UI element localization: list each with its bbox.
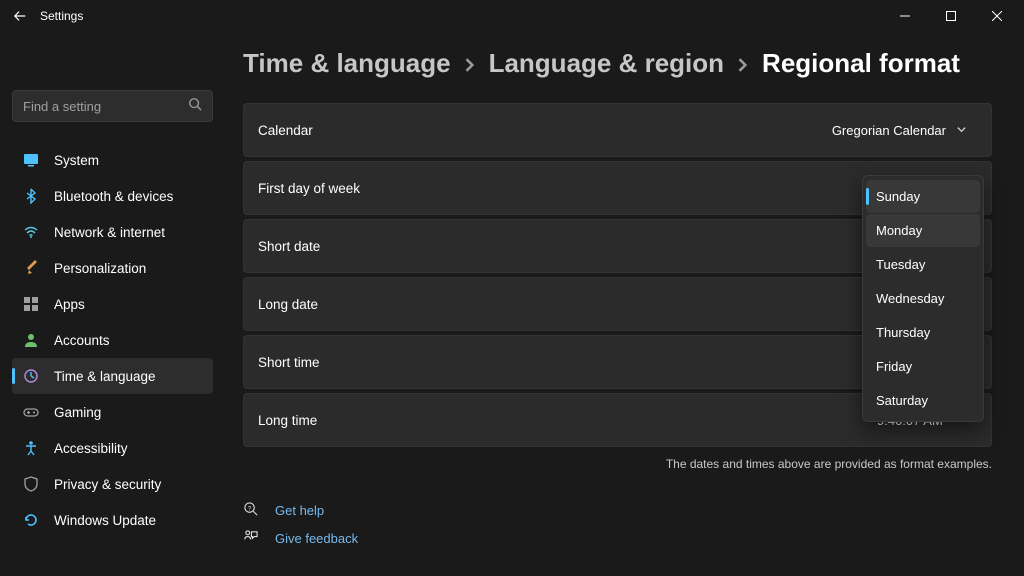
accessibility-icon <box>22 439 40 457</box>
sidebar-item-label: Accessibility <box>54 441 128 456</box>
row-label: Long date <box>258 297 318 312</box>
dropdown-option[interactable]: Monday <box>866 214 980 247</box>
row-label: Long time <box>258 413 317 428</box>
sidebar-item-network[interactable]: Network & internet <box>12 214 213 250</box>
minimize-button[interactable] <box>882 0 928 32</box>
person-icon <box>22 331 40 349</box>
paintbrush-icon <box>22 259 40 277</box>
link-label: Give feedback <box>275 531 358 546</box>
help-icon: ? <box>243 501 259 519</box>
first-day-dropdown[interactable]: SundayMondayTuesdayWednesdayThursdayFrid… <box>862 175 984 422</box>
sidebar-item-personalization[interactable]: Personalization <box>12 250 213 286</box>
wifi-icon <box>22 223 40 241</box>
sidebar-item-privacy[interactable]: Privacy & security <box>12 466 213 502</box>
dropdown-option[interactable]: Saturday <box>866 384 980 417</box>
close-button[interactable] <box>974 0 1020 32</box>
sidebar-item-label: Apps <box>54 297 85 312</box>
sidebar-item-label: Privacy & security <box>54 477 161 492</box>
row-label: First day of week <box>258 181 360 196</box>
svg-text:?: ? <box>248 505 252 512</box>
sidebar-item-gaming[interactable]: Gaming <box>12 394 213 430</box>
sidebar-item-label: Time & language <box>54 369 156 384</box>
link-label: Get help <box>275 503 324 518</box>
shield-icon <box>22 475 40 493</box>
row-label: Calendar <box>258 123 313 138</box>
window-title: Settings <box>36 9 83 23</box>
sidebar-item-label: Network & internet <box>54 225 165 240</box>
breadcrumb-root[interactable]: Time & language <box>243 48 451 79</box>
picker-value: Gregorian Calendar <box>832 123 946 138</box>
sidebar-item-label: Gaming <box>54 405 101 420</box>
sidebar-item-label: Personalization <box>54 261 146 276</box>
sidebar-item-label: Accounts <box>54 333 110 348</box>
give-feedback-link[interactable]: Give feedback <box>243 529 992 547</box>
sidebar-item-label: Bluetooth & devices <box>54 189 173 204</box>
dropdown-option[interactable]: Thursday <box>866 316 980 349</box>
sidebar-item-label: System <box>54 153 99 168</box>
sidebar-item-bluetooth[interactable]: Bluetooth & devices <box>12 178 213 214</box>
sidebar-item-accessibility[interactable]: Accessibility <box>12 430 213 466</box>
search-input[interactable] <box>23 99 188 114</box>
get-help-link[interactable]: ? Get help <box>243 501 992 519</box>
breadcrumb: Time & language Language & region Region… <box>243 48 992 79</box>
row-label: Short time <box>258 355 320 370</box>
display-icon <box>22 151 40 169</box>
dropdown-option[interactable]: Friday <box>866 350 980 383</box>
sidebar-item-windows-update[interactable]: Windows Update <box>12 502 213 538</box>
row-calendar: Calendar Gregorian Calendar <box>243 103 992 157</box>
format-footnote: The dates and times above are provided a… <box>243 457 992 471</box>
dropdown-option[interactable]: Tuesday <box>866 248 980 281</box>
globe-clock-icon <box>22 367 40 385</box>
nav-list: System Bluetooth & devices Network & int… <box>12 142 213 538</box>
update-icon <box>22 511 40 529</box>
row-label: Short date <box>258 239 320 254</box>
feedback-icon <box>243 529 259 547</box>
search-icon <box>188 97 202 116</box>
breadcrumb-current: Regional format <box>762 48 960 79</box>
gamepad-icon <box>22 403 40 421</box>
chevron-right-icon <box>463 48 477 79</box>
apps-icon <box>22 295 40 313</box>
dropdown-option[interactable]: Wednesday <box>866 282 980 315</box>
chevron-down-icon <box>956 123 967 138</box>
dropdown-option[interactable]: Sunday <box>866 180 980 213</box>
sidebar-item-apps[interactable]: Apps <box>12 286 213 322</box>
sidebar: System Bluetooth & devices Network & int… <box>0 32 225 576</box>
maximize-button[interactable] <box>928 0 974 32</box>
breadcrumb-mid[interactable]: Language & region <box>489 48 724 79</box>
sidebar-item-label: Windows Update <box>54 513 156 528</box>
chevron-right-icon <box>736 48 750 79</box>
sidebar-item-time-language[interactable]: Time & language <box>12 358 213 394</box>
search-box[interactable] <box>12 90 213 122</box>
bluetooth-icon <box>22 187 40 205</box>
back-button[interactable] <box>4 0 36 32</box>
calendar-picker[interactable]: Gregorian Calendar <box>822 117 977 144</box>
sidebar-item-accounts[interactable]: Accounts <box>12 322 213 358</box>
sidebar-item-system[interactable]: System <box>12 142 213 178</box>
